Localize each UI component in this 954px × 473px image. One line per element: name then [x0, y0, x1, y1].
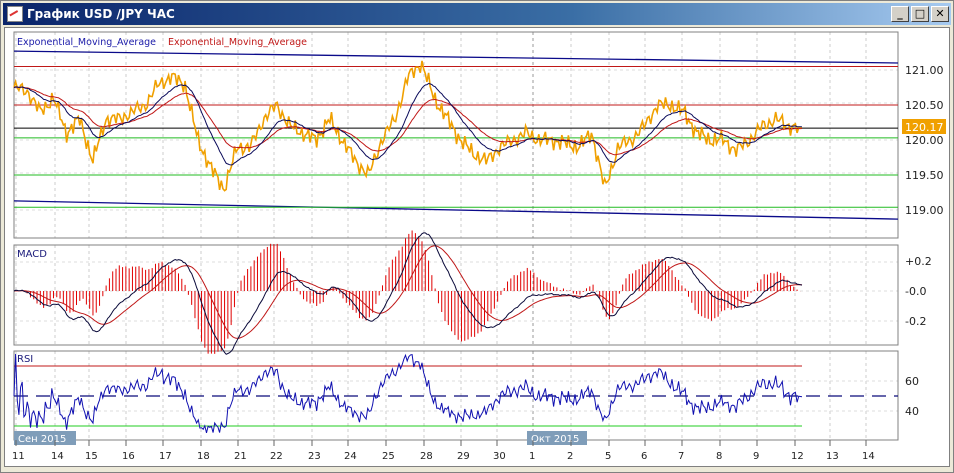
date-tick: 9 — [753, 451, 759, 462]
date-tick: 13 — [826, 451, 839, 462]
date-tick: 7 — [678, 451, 684, 462]
date-tick: 25 — [382, 451, 395, 462]
date-tick: 8 — [716, 451, 722, 462]
macd-pane[interactable] — [13, 244, 899, 346]
macd-tick: +0.2 — [905, 255, 932, 268]
chart-svg[interactable]: Exponential_Moving_Average Exponential_M… — [0, 0, 954, 473]
date-tick: 29 — [457, 451, 470, 462]
date-tick: 12 — [791, 451, 804, 462]
date-tick: 2 — [567, 451, 573, 462]
date-tick: 17 — [159, 451, 172, 462]
rsi-tick: 40 — [905, 405, 919, 418]
date-tick: 14 — [862, 451, 875, 462]
date-tick: 1 — [529, 451, 535, 462]
channel-upper-line — [13, 50, 899, 64]
date-tick: 23 — [308, 451, 321, 462]
macd-line — [13, 232, 803, 355]
price-tick: 120.50 — [905, 99, 944, 112]
date-tick: 11 — [12, 451, 25, 462]
macd-tick: -0.2 — [905, 315, 926, 328]
legend-ema-blue: Exponential_Moving_Average — [17, 37, 156, 48]
month-label-sep: Сен 2015 — [18, 434, 66, 445]
price-tick: 120.00 — [905, 134, 944, 147]
rsi-title: RSI — [17, 354, 33, 365]
macd-tick: -0.0 — [905, 285, 926, 298]
date-tick: 6 — [641, 451, 647, 462]
rsi-tick: 60 — [905, 375, 919, 388]
price-tick: 119.00 — [905, 204, 944, 217]
macd-title: MACD — [17, 249, 47, 260]
date-tick: 24 — [344, 451, 357, 462]
macd-signal-line — [13, 245, 802, 339]
date-tick: 22 — [270, 451, 283, 462]
date-tick: 30 — [493, 451, 506, 462]
legend-ema-red: Exponential_Moving_Average — [168, 37, 307, 48]
date-tick: 15 — [85, 451, 98, 462]
month-label-oct: Окт 2015 — [531, 434, 579, 445]
price-tick: 121.00 — [905, 64, 944, 77]
price-tick: 119.50 — [905, 169, 944, 182]
ema-blue-line — [13, 82, 803, 166]
date-tick: 5 — [605, 451, 611, 462]
date-tick: 14 — [51, 451, 64, 462]
date-tick: 28 — [420, 451, 433, 462]
current-price: 120.17 — [905, 121, 944, 134]
ema-red-line — [13, 86, 803, 156]
date-tick: 18 — [197, 451, 210, 462]
date-tick: 16 — [122, 451, 135, 462]
date-tick: 21 — [234, 451, 247, 462]
